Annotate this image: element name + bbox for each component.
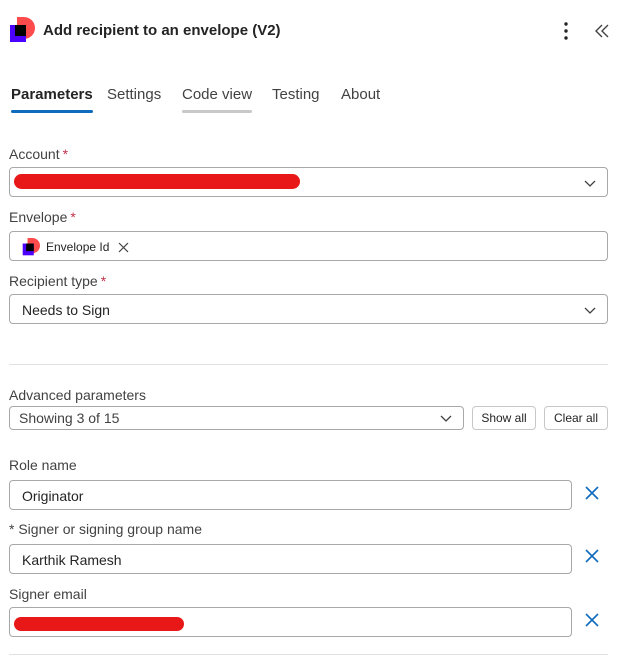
envelope-input[interactable]: Envelope Id xyxy=(9,231,608,261)
remove-parameter-icon[interactable] xyxy=(584,612,600,628)
section-divider xyxy=(9,364,608,365)
required-marker: * xyxy=(70,209,76,225)
account-label: Account * xyxy=(9,146,69,162)
tab-parameters[interactable]: Parameters xyxy=(11,86,93,113)
required-marker: * xyxy=(62,146,69,162)
recipient-type-dropdown[interactable]: Needs to Sign xyxy=(9,294,608,324)
panel-header: Add recipient to an envelope (V2) xyxy=(0,0,617,60)
role-name-value: Originator xyxy=(22,488,84,504)
tab-label: Settings xyxy=(107,86,162,103)
tab-settings[interactable]: Settings xyxy=(107,86,161,113)
close-icon[interactable] xyxy=(118,242,129,253)
tab-label: About xyxy=(341,86,381,103)
dynamic-content-token[interactable]: Envelope Id xyxy=(22,238,129,256)
remove-parameter-icon[interactable] xyxy=(584,548,600,564)
page-title: Add recipient to an envelope (V2) xyxy=(43,22,281,39)
redacted-value xyxy=(14,617,184,631)
tab-active-indicator xyxy=(11,110,93,113)
advanced-parameters-dropdown[interactable]: Showing 3 of 15 xyxy=(9,406,464,430)
showing-count: Showing 3 of 15 xyxy=(19,410,120,426)
required-marker: * xyxy=(100,273,107,289)
account-dropdown[interactable] xyxy=(9,167,608,197)
tab-hover-indicator xyxy=(182,110,253,113)
role-name-input[interactable]: Originator xyxy=(9,480,572,510)
signer-name-input[interactable]: Karthik Ramesh xyxy=(9,544,572,574)
signer-email-label: Signer email xyxy=(9,586,87,602)
token-label: Envelope Id xyxy=(46,240,110,254)
tab-code-view[interactable]: Code view xyxy=(182,86,253,113)
more-vertical-icon[interactable] xyxy=(556,20,576,42)
chevron-down-icon xyxy=(440,415,452,422)
tab-about[interactable]: About xyxy=(341,86,380,113)
signer-email-input[interactable] xyxy=(9,607,572,637)
recipient-type-value: Needs to Sign xyxy=(22,302,110,318)
signer-name-value: Karthik Ramesh xyxy=(22,552,122,568)
docusign-logo-icon xyxy=(10,17,35,42)
advanced-parameters-label: Advanced parameters xyxy=(9,387,146,403)
signer-name-label: * Signer or signing group name xyxy=(9,521,203,537)
tab-label: Testing xyxy=(272,86,320,103)
clear-all-button[interactable]: Clear all xyxy=(544,406,608,430)
recipient-type-label: Recipient type * xyxy=(9,273,107,289)
redacted-value xyxy=(14,174,300,189)
docusign-logo-icon xyxy=(22,238,40,256)
tab-label: Code view xyxy=(182,86,253,103)
remove-parameter-icon[interactable] xyxy=(584,485,600,501)
tab-testing[interactable]: Testing xyxy=(272,86,320,113)
tab-label: Parameters xyxy=(11,86,93,103)
section-divider xyxy=(9,654,608,655)
chevron-down-icon xyxy=(584,307,596,314)
double-chevron-left-icon[interactable] xyxy=(592,20,614,42)
role-name-label: Role name xyxy=(9,457,77,473)
tab-bar: Parameters Settings Code view Testing Ab… xyxy=(0,86,617,126)
chevron-down-icon xyxy=(584,180,596,187)
show-all-button[interactable]: Show all xyxy=(472,406,536,430)
envelope-label: Envelope * xyxy=(9,209,76,225)
